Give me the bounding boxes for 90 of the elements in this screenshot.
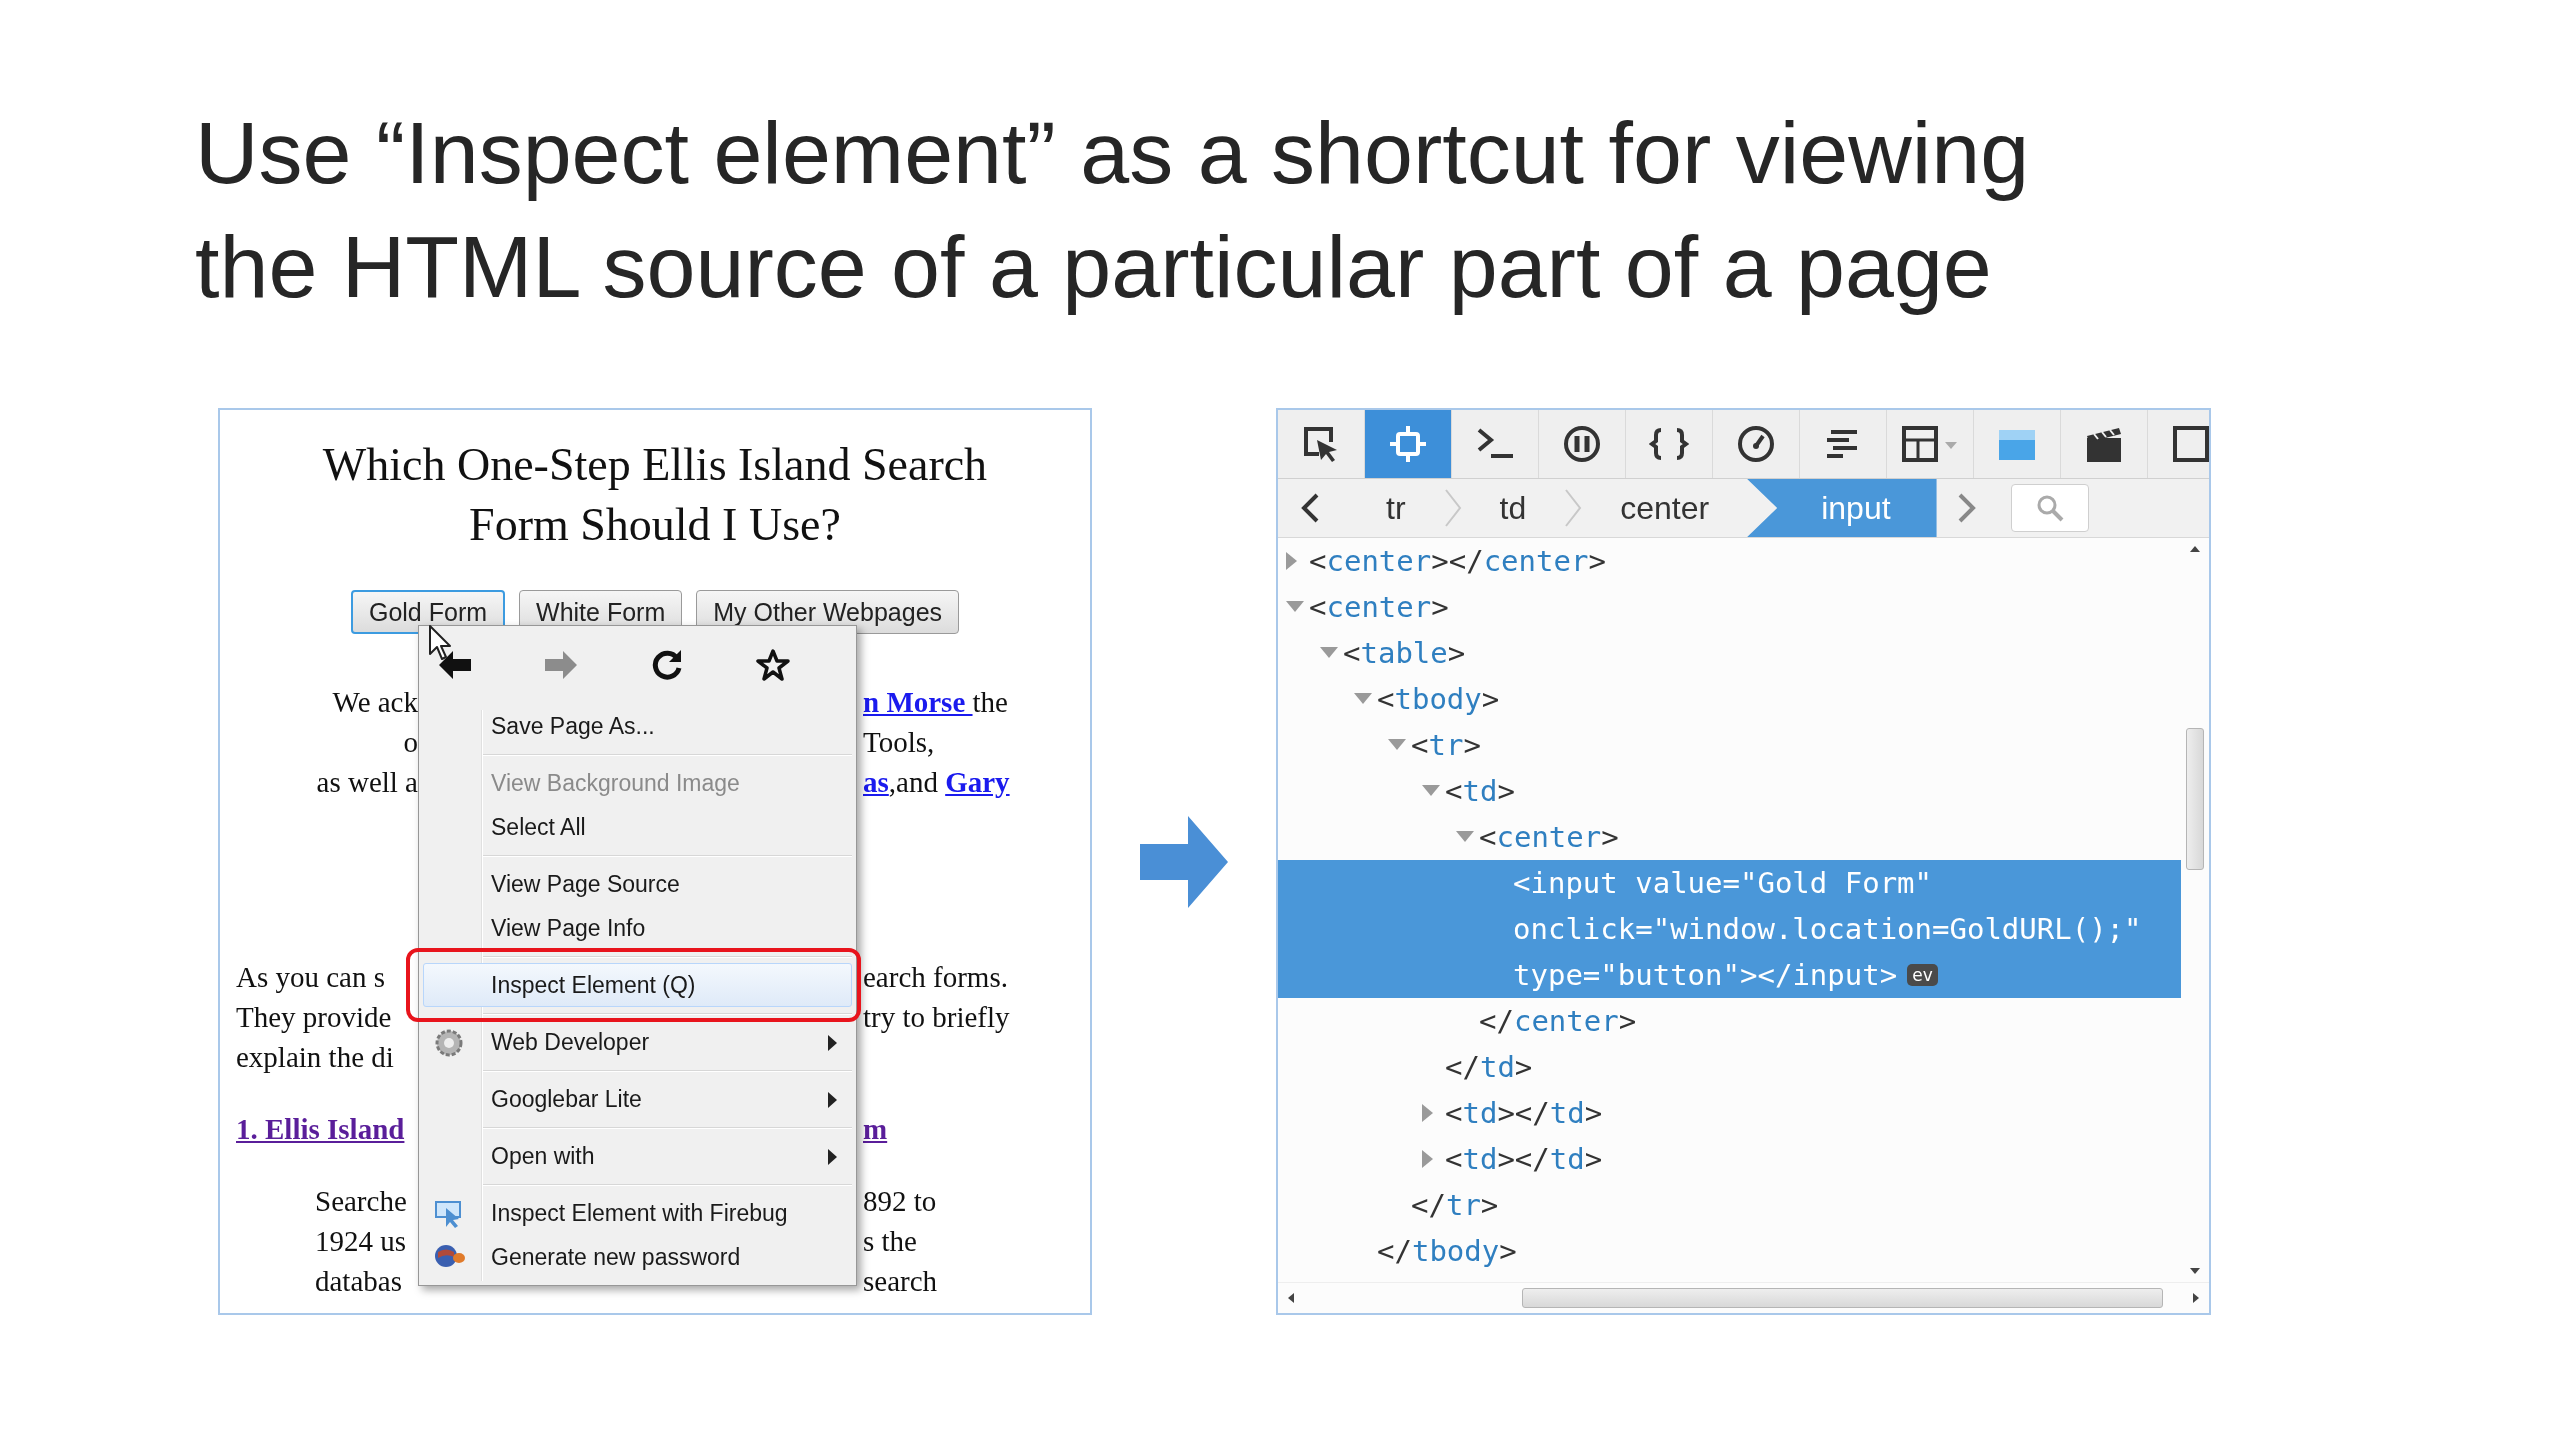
code-line: </td> bbox=[1445, 1050, 1533, 1084]
gauge-icon[interactable] bbox=[1736, 424, 1776, 464]
reload-icon[interactable] bbox=[650, 648, 684, 682]
menu-item[interactable]: View Page Info bbox=[423, 906, 852, 950]
mouse-pointer-icon bbox=[428, 624, 452, 662]
star-icon[interactable] bbox=[756, 648, 790, 682]
menu-item[interactable]: Inspect Element (Q) bbox=[423, 963, 852, 1007]
menu-item[interactable]: View Page Source bbox=[423, 862, 852, 906]
text-link[interactable]: Gary bbox=[945, 765, 1010, 798]
menu-item[interactable]: Open with bbox=[423, 1134, 852, 1178]
layout-icon[interactable] bbox=[1901, 424, 1959, 464]
collapse-triangle-icon[interactable] bbox=[1388, 739, 1406, 751]
cursor-icon bbox=[434, 1199, 464, 1229]
search-icon bbox=[2035, 494, 2064, 522]
body-text: as,and Gary bbox=[863, 765, 1010, 798]
body-text: Tools, bbox=[863, 725, 935, 758]
code-line[interactable]: <tbody> bbox=[1377, 682, 1500, 716]
body-text: try to briefly bbox=[863, 1000, 1010, 1033]
expand-triangle-icon[interactable] bbox=[1422, 1150, 1434, 1168]
code-line: onclick="window.location=GoldURL();" bbox=[1513, 912, 2142, 946]
body-text: 1924 us bbox=[315, 1224, 407, 1257]
menu-item[interactable]: Select All bbox=[423, 805, 852, 849]
code-line[interactable]: <td></td> bbox=[1445, 1142, 1603, 1176]
scroll-down-icon[interactable] bbox=[2188, 1266, 2202, 1276]
code-line: <input value="Gold Form" bbox=[1513, 866, 1933, 900]
collapse-triangle-icon[interactable] bbox=[1456, 831, 1474, 843]
code-line[interactable]: <tr> bbox=[1411, 728, 1481, 762]
body-text: s the bbox=[863, 1224, 917, 1257]
breadcrumb[interactable]: tr bbox=[1348, 479, 1444, 537]
menu-item[interactable]: Save Page As... bbox=[423, 704, 852, 748]
body-text: Searche bbox=[315, 1184, 407, 1217]
scroll-thumb[interactable] bbox=[1522, 1288, 2163, 1308]
selected-node[interactable]: <input value="Gold Form" onclick="window.location=GoldURL();" type="button"></input> ev bbox=[1278, 860, 2181, 998]
body-text: earch forms. bbox=[863, 960, 1008, 993]
text-link[interactable]: as bbox=[863, 765, 889, 798]
text-link[interactable]: n Morse bbox=[863, 685, 973, 718]
code-line[interactable]: <center> bbox=[1479, 820, 1619, 854]
body-text: search bbox=[863, 1264, 938, 1297]
pause-icon[interactable] bbox=[1562, 424, 1602, 464]
back-chevron-icon[interactable] bbox=[1300, 492, 1320, 524]
code-line[interactable]: <table> bbox=[1343, 636, 1466, 670]
body-text: as well a bbox=[316, 765, 418, 798]
body-text: o bbox=[403, 725, 418, 758]
collapse-triangle-icon[interactable] bbox=[1320, 647, 1338, 659]
body-text: As you can s bbox=[236, 960, 385, 993]
menu-item[interactable]: Inspect Element with Firebug bbox=[423, 1191, 852, 1235]
menu-item[interactable]: Googlebar Lite bbox=[423, 1077, 852, 1121]
menu-item[interactable]: Web Developer bbox=[423, 1020, 852, 1064]
code-line: </center> bbox=[1479, 1004, 1637, 1038]
event-badge[interactable]: ev bbox=[1907, 964, 1938, 986]
right-arrow-icon bbox=[1140, 815, 1228, 908]
form-button[interactable]: Gold Form bbox=[350, 590, 506, 634]
collapse-triangle-icon[interactable] bbox=[1354, 693, 1372, 705]
back-icon[interactable] bbox=[437, 649, 473, 681]
body-text: We ack bbox=[332, 685, 418, 718]
code-line[interactable]: <center></center> bbox=[1309, 544, 1606, 578]
forward-chevron-icon[interactable] bbox=[1956, 492, 1977, 524]
code-line[interactable]: <center> bbox=[1309, 590, 1449, 624]
gear-icon bbox=[434, 1028, 464, 1058]
code-line: </tr> bbox=[1411, 1188, 1499, 1222]
search-field[interactable] bbox=[2010, 484, 2089, 532]
code-line: </tbody> bbox=[1377, 1234, 1517, 1268]
code-line[interactable]: <td></td> bbox=[1445, 1096, 1603, 1130]
collapse-triangle-icon[interactable] bbox=[1286, 601, 1304, 613]
breadcrumb[interactable]: td bbox=[1461, 479, 1565, 537]
body-text: databas bbox=[315, 1264, 402, 1297]
text-link[interactable]: m bbox=[863, 1112, 888, 1145]
expand-triangle-icon[interactable] bbox=[1286, 552, 1298, 570]
window-icon[interactable] bbox=[2171, 424, 2209, 464]
chevron-icon bbox=[1564, 488, 1583, 528]
code-line: type="button"></input> bbox=[1513, 958, 1898, 992]
body-text: 892 to bbox=[863, 1184, 937, 1217]
menu-item[interactable]: Generate new password bbox=[423, 1235, 852, 1279]
scroll-left-icon[interactable] bbox=[1286, 1291, 1296, 1305]
code-line[interactable]: <td> bbox=[1445, 774, 1515, 808]
chevron-icon bbox=[1443, 488, 1462, 528]
body-text: n Morse the bbox=[863, 685, 1008, 718]
collapse-triangle-icon[interactable] bbox=[1422, 785, 1440, 797]
breadcrumb[interactable]: center bbox=[1582, 479, 1748, 537]
body-text: They provide bbox=[236, 1000, 392, 1033]
inspector-icon[interactable] bbox=[1388, 424, 1428, 464]
expand-triangle-icon[interactable] bbox=[1422, 1104, 1434, 1122]
scroll-thumb[interactable] bbox=[2186, 728, 2204, 870]
page-title: Which One-Step Ellis Island Search Form Should I Use? bbox=[321, 438, 989, 552]
globe-icon bbox=[434, 1243, 466, 1269]
slide-title: Use “Inspect element” as a shortcut for viewing the HTML source of a particular part of a page bbox=[194, 102, 2031, 318]
scroll-right-icon[interactable] bbox=[2191, 1291, 2201, 1305]
scroll-up-icon[interactable] bbox=[2188, 544, 2202, 554]
body-text: explain the di bbox=[236, 1040, 394, 1073]
text-link[interactable]: 1. Ellis Island bbox=[236, 1112, 405, 1145]
